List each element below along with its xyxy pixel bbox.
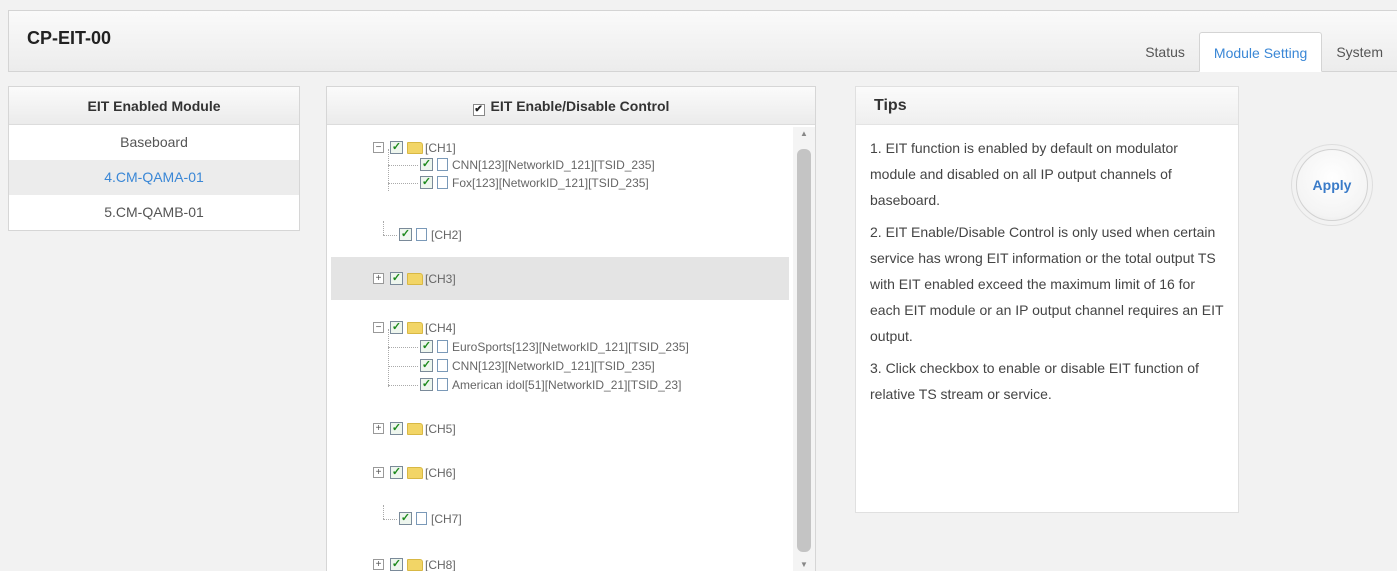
ch4-checkbox[interactable]: ✓ xyxy=(390,321,403,334)
ch2-checkbox[interactable]: ✓ xyxy=(399,228,412,241)
service-label: Fox[123][NetworkID_121][TSID_235] xyxy=(452,175,649,190)
expand-icon[interactable]: + xyxy=(373,467,384,478)
tip-3: 3. Click checkbox to enable or disable E… xyxy=(870,360,1199,402)
expand-icon[interactable]: + xyxy=(373,273,384,284)
expand-icon[interactable]: + xyxy=(373,423,384,434)
tab-status[interactable]: Status xyxy=(1131,32,1199,72)
file-icon xyxy=(437,176,448,189)
ch6-checkbox[interactable]: ✓ xyxy=(390,466,403,479)
expand-icon[interactable]: + xyxy=(373,559,384,570)
folder-icon xyxy=(407,141,423,154)
service-checkbox[interactable]: ✓ xyxy=(420,176,433,189)
scrollbar-thumb[interactable] xyxy=(797,149,811,552)
folder-icon xyxy=(407,558,423,571)
ch5-checkbox[interactable]: ✓ xyxy=(390,422,403,435)
file-icon xyxy=(416,512,427,525)
service-checkbox[interactable]: ✓ xyxy=(420,158,433,171)
top-bar: CP-EIT-00 Status Module Setting System xyxy=(8,10,1397,72)
module-panel-header: EIT Enabled Module xyxy=(9,87,299,125)
tree-row-ch1: − ✓ [CH1] ✓ CNN[123][NetworkID_121][TSID… xyxy=(331,127,789,205)
tree-row-ch6: + ✓ [CH6] xyxy=(331,451,789,495)
collapse-icon[interactable]: − xyxy=(373,322,384,333)
tab-module-setting[interactable]: Module Setting xyxy=(1198,32,1323,72)
scroll-up-icon[interactable]: ▲ xyxy=(793,127,815,141)
folder-icon xyxy=(407,466,423,479)
folder-icon xyxy=(407,321,423,334)
service-label: American idol[51][NetworkID_21][TSID_23] xyxy=(452,377,682,392)
service-checkbox[interactable]: ✓ xyxy=(420,359,433,372)
folder-icon xyxy=(407,272,423,285)
ch8-checkbox[interactable]: ✓ xyxy=(390,558,403,571)
collapse-icon[interactable]: − xyxy=(373,142,384,153)
control-panel-header: ✔ EIT Enable/Disable Control xyxy=(327,87,815,125)
channel-label: [CH7] xyxy=(431,511,462,526)
service-checkbox[interactable]: ✓ xyxy=(420,340,433,353)
control-panel-title: EIT Enable/Disable Control xyxy=(490,98,670,114)
ch7-checkbox[interactable]: ✓ xyxy=(399,512,412,525)
folder-icon xyxy=(407,422,423,435)
tip-1: 1. EIT function is enabled by default on… xyxy=(870,140,1178,208)
channel-label: [CH8] xyxy=(425,557,456,571)
channel-label: [CH4] xyxy=(425,320,456,335)
apply-button[interactable]: Apply xyxy=(1296,149,1368,221)
channel-label: [CH2] xyxy=(431,227,462,242)
tree-row-ch5: + ✓ [CH5] xyxy=(331,407,789,451)
tips-panel: Tips 1. EIT function is enabled by defau… xyxy=(855,86,1239,513)
tree-row-ch4: − ✓ [CH4] ✓ EuroSports[123][NetworkID_12… xyxy=(331,309,789,401)
app-title: CP-EIT-00 xyxy=(27,28,112,48)
tips-body: 1. EIT function is enabled by default on… xyxy=(856,125,1238,407)
service-checkbox[interactable]: ✓ xyxy=(420,378,433,391)
service-label: EuroSports[123][NetworkID_121][TSID_235] xyxy=(452,339,689,354)
file-icon xyxy=(437,359,448,372)
tips-header: Tips xyxy=(856,87,1238,125)
scroll-down-icon[interactable]: ▼ xyxy=(793,558,815,571)
select-all-checkbox[interactable]: ✔ xyxy=(472,104,485,116)
eit-control-panel: ✔ EIT Enable/Disable Control − ✓ [CH1] ✓ … xyxy=(326,86,816,571)
file-icon xyxy=(437,378,448,391)
tree-row-ch2: ✓ [CH2] xyxy=(331,211,789,255)
channel-label: [CH6] xyxy=(425,465,456,480)
service-label: CNN[123][NetworkID_121][TSID_235] xyxy=(452,157,655,172)
channel-label: [CH1] xyxy=(425,140,456,155)
file-icon xyxy=(437,158,448,171)
tree-row-ch8: + ✓ [CH8] xyxy=(331,541,789,571)
channel-label: [CH5] xyxy=(425,421,456,436)
tree-row-ch7: ✓ [CH7] xyxy=(331,495,789,539)
tab-system[interactable]: System xyxy=(1322,32,1397,72)
ch1-checkbox[interactable]: ✓ xyxy=(390,141,403,154)
tree-scrollbar[interactable]: ▲ ▼ xyxy=(793,127,815,571)
module-item-baseboard[interactable]: Baseboard xyxy=(9,125,299,160)
ch3-checkbox[interactable]: ✓ xyxy=(390,272,403,285)
tip-2: 2. EIT Enable/Disable Control is only us… xyxy=(870,224,1224,344)
tree-row-ch3[interactable]: + ✓ [CH3] xyxy=(331,257,789,300)
tab-bar: Status Module Setting System xyxy=(1131,32,1397,72)
eit-module-panel: EIT Enabled Module Baseboard 4.CM-QAMA-0… xyxy=(8,86,300,231)
channel-label: [CH3] xyxy=(425,271,456,286)
module-item-cm-qamb-01[interactable]: 5.CM-QAMB-01 xyxy=(9,195,299,230)
module-item-cm-qama-01[interactable]: 4.CM-QAMA-01 xyxy=(9,160,299,195)
file-icon xyxy=(416,228,427,241)
service-label: CNN[123][NetworkID_121][TSID_235] xyxy=(452,358,655,373)
file-icon xyxy=(437,340,448,353)
